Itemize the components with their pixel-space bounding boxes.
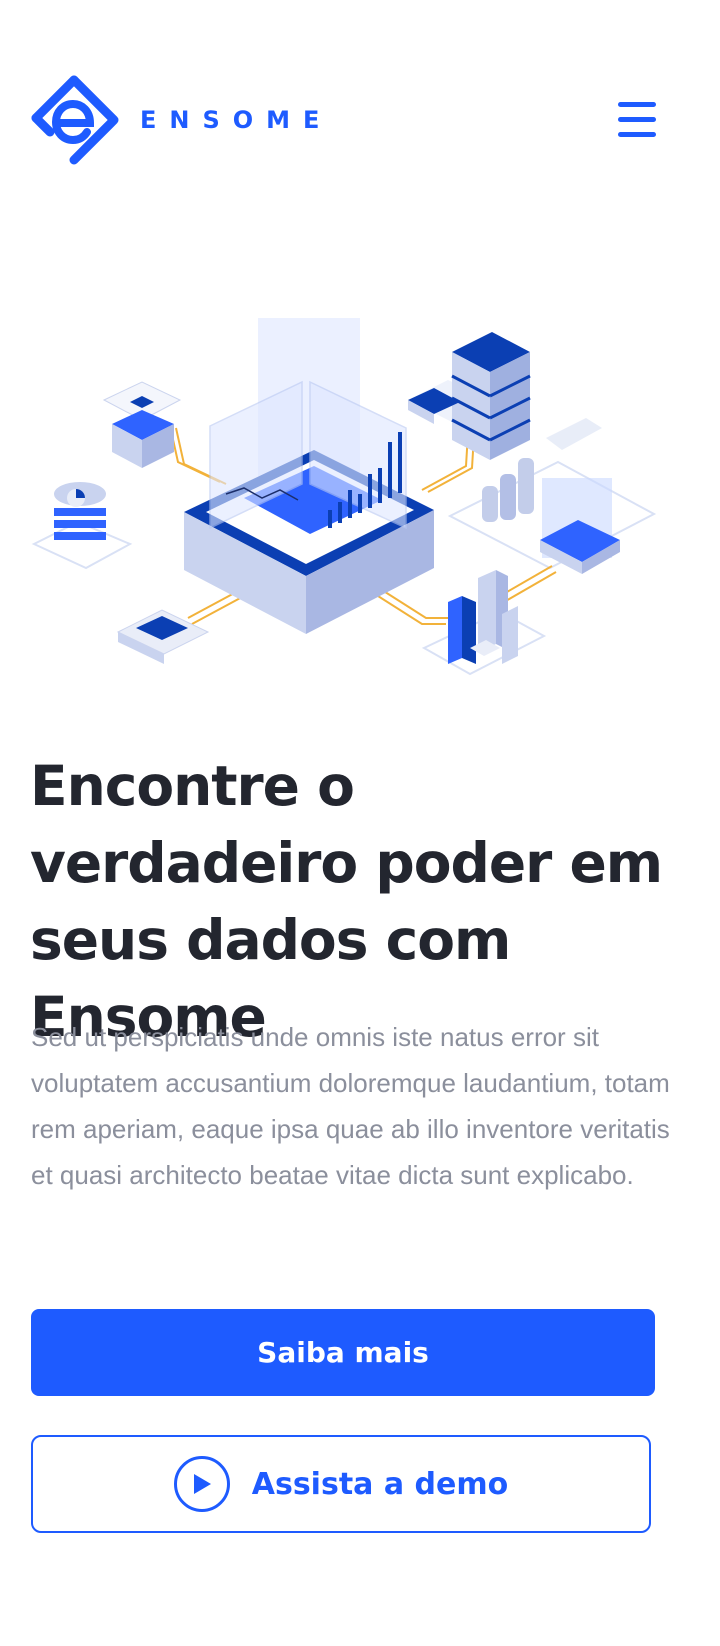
play-icon	[173, 1456, 230, 1512]
hamburger-menu-icon[interactable]	[616, 100, 658, 140]
hero-headline: Encontre o verdadeiro poder em seus dado…	[30, 754, 663, 1049]
brand-logo[interactable]: ENSOME	[30, 74, 332, 166]
saiba-mais-label: Saiba mais	[257, 1336, 429, 1369]
hero-description: Sed ut perspiciatis unde omnis iste natu…	[31, 1022, 670, 1190]
isometric-data-platform-illustration	[30, 318, 670, 698]
ensome-logo-icon	[31, 75, 119, 165]
watch-demo-label: Assista a demo	[251, 1466, 509, 1502]
saiba-mais-button[interactable]: Saiba mais	[31, 1309, 655, 1396]
site-header: ENSOME	[0, 0, 720, 240]
watch-demo-button[interactable]: Assista a demo	[31, 1435, 651, 1533]
brand-name: ENSOME	[140, 106, 333, 134]
